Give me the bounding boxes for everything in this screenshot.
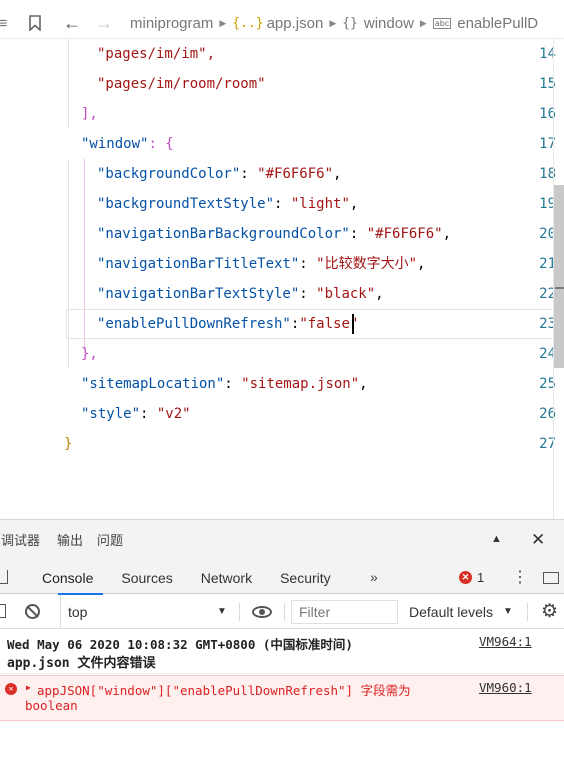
code-line: "backgroundTextStyle": "light", <box>97 196 359 212</box>
context-value: top <box>68 604 88 620</box>
code-line: "backgroundColor": "#F6F6F6", <box>97 166 342 182</box>
json-file-icon: {..} <box>232 15 264 31</box>
line-number: 25 <box>539 376 556 392</box>
divider <box>239 603 240 621</box>
devtools-tab-bar: Console Sources Network Security » ✕ 1 ⋮ <box>0 562 564 595</box>
console-output: Wed May 06 2020 10:08:32 GMT+0800 (中国标准时… <box>0 630 564 776</box>
code-line: } <box>64 436 73 452</box>
maximize-panel-icon[interactable]: ▲ <box>491 533 502 545</box>
source-link[interactable]: VM960:1 <box>479 680 532 695</box>
code-line: "navigationBarBackgroundColor": "#F6F6F6… <box>97 226 452 242</box>
back-arrow-icon[interactable]: ← <box>60 8 84 38</box>
code-line: ], <box>81 106 98 122</box>
code-editor[interactable]: 14 "pages/im/im", 15 "pages/im/room/room… <box>0 39 564 519</box>
breadcrumb-folder[interactable]: miniprogram <box>130 15 213 32</box>
error-text: boolean <box>25 698 78 713</box>
breadcrumb: ≡ ← → miniprogram ▶ {..} app.json ▶ {} w… <box>0 8 564 39</box>
chevron-right-icon: ▶ <box>219 17 227 28</box>
forward-arrow-icon[interactable]: → <box>92 8 116 38</box>
dropdown-arrow-icon[interactable]: ▼ <box>503 595 513 629</box>
line-number: 15 <box>539 76 556 92</box>
error-icon: ✕ <box>459 571 472 584</box>
line-number: 14 <box>539 46 556 62</box>
breadcrumb-file[interactable]: app.json <box>267 15 324 32</box>
log-levels-dropdown[interactable]: Default levels <box>409 595 493 629</box>
code-line: "style": "v2" <box>81 406 191 422</box>
scrollbar-cursor-marker <box>555 287 564 289</box>
text-cursor <box>352 314 354 334</box>
code-line: "navigationBarTitleText": "比较数字大小", <box>97 256 426 272</box>
show-sidebar-icon[interactable] <box>0 604 6 618</box>
divider <box>527 603 528 621</box>
chevron-right-icon: ▶ <box>329 17 337 28</box>
context-selector[interactable]: top <box>60 595 230 629</box>
breadcrumb-object[interactable]: window <box>364 15 414 32</box>
close-icon[interactable]: ✕ <box>531 530 545 550</box>
scrollbar-thumb[interactable] <box>554 185 564 368</box>
bookmark-icon[interactable] <box>24 8 46 38</box>
more-options-icon[interactable]: ⋮ <box>512 567 528 589</box>
tab-console[interactable]: Console <box>28 562 107 595</box>
line-number: 17 <box>539 136 556 152</box>
source-link[interactable]: VM964:1 <box>479 634 532 649</box>
undock-icon[interactable] <box>543 572 559 584</box>
tab-problems[interactable]: 问题 <box>90 520 130 562</box>
code-line: "enablePullDownRefresh":"false" <box>97 316 359 332</box>
line-number: 21 <box>539 256 556 272</box>
line-number: 16 <box>539 106 556 122</box>
line-number: 18 <box>539 166 556 182</box>
line-number: 24 <box>539 346 556 362</box>
breadcrumb-property[interactable]: enablePullD <box>457 15 538 32</box>
more-tabs-icon[interactable]: » <box>370 569 378 585</box>
message-text: Wed May 06 2020 10:08:32 GMT+0800 (中国标准时… <box>7 637 353 652</box>
console-message: Wed May 06 2020 10:08:32 GMT+0800 (中国标准时… <box>0 630 564 674</box>
tab-output[interactable]: 输出 <box>50 520 90 562</box>
filter-input[interactable] <box>291 600 398 624</box>
error-counter[interactable]: ✕ 1 <box>459 570 484 585</box>
devtools-header: 调试器 输出 问题 ▲ ✕ <box>0 520 564 562</box>
object-icon: {} <box>342 15 358 31</box>
console-error-message: ✕ ▶ appJSON["window"]["enablePullDownRef… <box>0 675 564 721</box>
line-number: 19 <box>539 196 556 212</box>
code-line: }, <box>81 346 98 362</box>
line-number: 20 <box>539 226 556 242</box>
line-number: 23 <box>539 316 556 332</box>
chevron-right-icon: ▶ <box>419 17 427 28</box>
error-count: 1 <box>477 570 485 585</box>
devtools-panel: 调试器 输出 问题 ▲ ✕ Console Sources Network Se… <box>0 519 564 776</box>
console-toolbar: top ▼ Default levels ▼ ⚙ <box>0 595 564 629</box>
code-line: "sitemapLocation": "sitemap.json", <box>81 376 368 392</box>
string-property-icon: abc <box>432 17 452 29</box>
expand-triangle-icon[interactable]: ▶ <box>26 683 31 692</box>
code-line: "pages/im/im", <box>97 46 216 62</box>
line-number: 22 <box>539 286 556 302</box>
tab-security[interactable]: Security <box>266 562 345 594</box>
inspect-element-icon[interactable] <box>0 570 8 584</box>
tab-sources[interactable]: Sources <box>107 562 186 594</box>
tab-debugger[interactable]: 调试器 <box>0 520 50 562</box>
clear-console-icon[interactable] <box>25 604 40 619</box>
indent-guide <box>68 39 69 129</box>
divider <box>284 603 285 621</box>
eye-icon[interactable] <box>252 606 272 618</box>
gear-icon[interactable]: ⚙ <box>541 602 558 622</box>
dropdown-arrow-icon[interactable]: ▼ <box>217 595 227 629</box>
editor-tab-strip <box>0 0 564 8</box>
code-line: "pages/im/room/room" <box>97 76 266 92</box>
menu-icon[interactable]: ≡ <box>0 8 10 38</box>
tab-network[interactable]: Network <box>187 562 266 594</box>
code-line: "window": { <box>81 136 174 152</box>
line-number: 27 <box>539 436 556 452</box>
error-icon: ✕ <box>5 683 17 695</box>
code-line: "navigationBarTextStyle": "black", <box>97 286 384 302</box>
message-text: app.json 文件内容错误 <box>7 656 156 671</box>
line-number: 26 <box>539 406 556 422</box>
error-text: appJSON["window"]["enablePullDownRefresh… <box>37 683 411 698</box>
